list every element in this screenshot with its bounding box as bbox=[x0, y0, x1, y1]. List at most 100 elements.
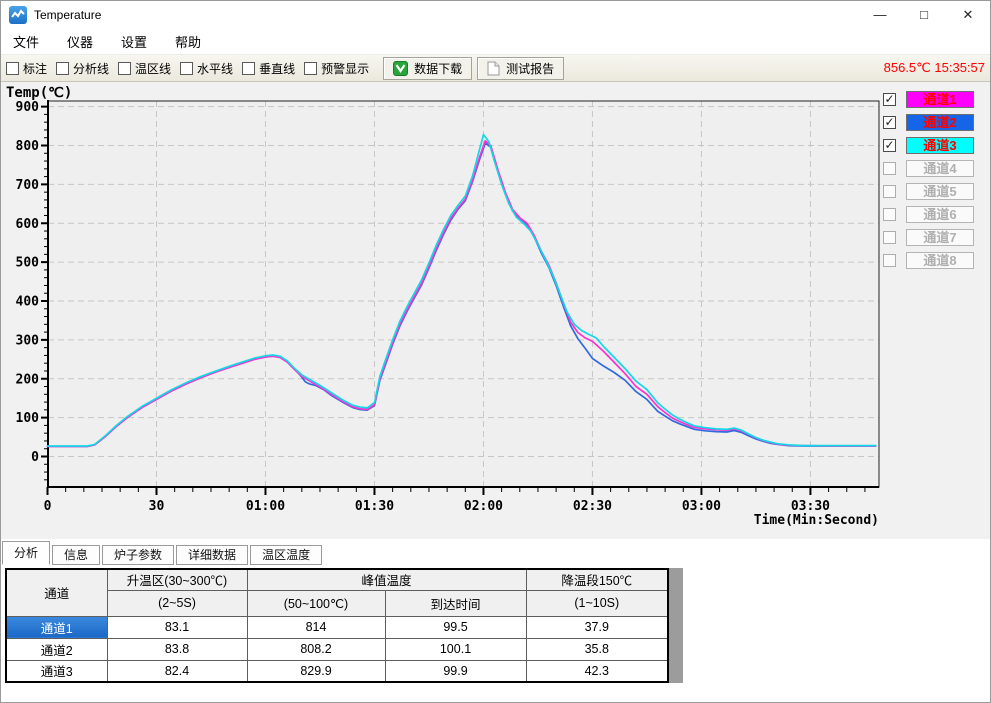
menu-file[interactable]: 文件 bbox=[1, 32, 53, 51]
col-subheader-peakrange: (50~100℃) bbox=[247, 590, 385, 616]
data-download-button[interactable]: 数据下载 bbox=[383, 57, 472, 80]
channel-row-2: ✓ 通道2 bbox=[883, 114, 974, 131]
toolbar-checkbox-label: 分析线 bbox=[73, 60, 109, 77]
checkbox-icon[interactable] bbox=[242, 62, 255, 75]
checkbox-icon[interactable] bbox=[304, 62, 317, 75]
tab-4[interactable]: 详细数据 bbox=[176, 545, 248, 565]
channel-row-6: 通道6 bbox=[883, 206, 974, 223]
checkbox-icon[interactable] bbox=[118, 62, 131, 75]
svg-text:0: 0 bbox=[44, 499, 52, 514]
row-channel-cell[interactable]: 通道3 bbox=[6, 660, 107, 682]
channel-button-6[interactable]: 通道6 bbox=[906, 206, 974, 223]
svg-text:200: 200 bbox=[16, 372, 40, 387]
channel-row-5: 通道5 bbox=[883, 183, 974, 200]
svg-text:400: 400 bbox=[16, 295, 40, 310]
toolbar-checkbox-label: 温区线 bbox=[135, 60, 171, 77]
svg-text:800: 800 bbox=[16, 139, 40, 154]
channel-checkbox-3[interactable]: ✓ bbox=[883, 139, 896, 152]
channel-legend: ✓ 通道1 ✓ 通道2 ✓ 通道3 通道4 通道5 通道6 通道7 通道8 bbox=[883, 91, 974, 275]
channel-button-7[interactable]: 通道7 bbox=[906, 229, 974, 246]
tab-2[interactable]: 信息 bbox=[52, 545, 100, 565]
status-readout: 856.5℃ 15:35:57 bbox=[884, 60, 985, 76]
channel-button-1[interactable]: 通道1 bbox=[906, 91, 974, 108]
channel-checkbox-5[interactable] bbox=[883, 185, 896, 198]
channel-row-3: ✓ 通道3 bbox=[883, 137, 974, 154]
close-button[interactable]: ✕ bbox=[946, 2, 990, 28]
channel-row-1: ✓ 通道1 bbox=[883, 91, 974, 108]
analysis-table: 通道 升温区(30~300℃) 峰值温度 降温段150℃ (2~5S) (50~… bbox=[5, 568, 669, 683]
maximize-button[interactable]: □ bbox=[902, 2, 946, 28]
channel-checkbox-2[interactable]: ✓ bbox=[883, 116, 896, 129]
toolbar-checkbox-3[interactable]: 水平线 bbox=[180, 60, 233, 77]
channel-checkbox-7[interactable] bbox=[883, 231, 896, 244]
toolbar-checkbox-5[interactable]: 预警显示 bbox=[304, 60, 369, 77]
channel-button-4[interactable]: 通道4 bbox=[906, 160, 974, 177]
svg-text:01:30: 01:30 bbox=[355, 499, 394, 514]
row-channel-cell[interactable]: 通道2 bbox=[6, 638, 107, 660]
toolbar-checkbox-0[interactable]: 标注 bbox=[6, 60, 47, 77]
svg-text:30: 30 bbox=[149, 499, 165, 514]
toolbar-checkbox-1[interactable]: 分析线 bbox=[56, 60, 109, 77]
col-header-cooling: 降温段150℃ bbox=[526, 569, 668, 590]
checkbox-icon[interactable] bbox=[180, 62, 193, 75]
svg-text:900: 900 bbox=[16, 100, 40, 115]
channel-checkbox-1[interactable]: ✓ bbox=[883, 93, 896, 106]
channel-row-7: 通道7 bbox=[883, 229, 974, 246]
menu-bar: 文件 仪器 设置 帮助 bbox=[1, 28, 990, 54]
channel-button-5[interactable]: 通道5 bbox=[906, 183, 974, 200]
svg-text:03:30: 03:30 bbox=[791, 499, 830, 514]
app-icon bbox=[9, 6, 27, 24]
toolbar-checkbox-label: 垂直线 bbox=[259, 60, 295, 77]
col-header-rampzone: 升温区(30~300℃) bbox=[107, 569, 247, 590]
channel-checkbox-6[interactable] bbox=[883, 208, 896, 221]
channel-button-2[interactable]: 通道2 bbox=[906, 114, 974, 131]
value-cell: 99.5 bbox=[385, 616, 526, 638]
report-icon bbox=[487, 61, 500, 76]
svg-text:100: 100 bbox=[16, 411, 40, 426]
temperature-chart: 010020030040050060070080090003001:0001:3… bbox=[1, 82, 991, 539]
svg-text:01:00: 01:00 bbox=[246, 499, 285, 514]
value-cell: 814 bbox=[247, 616, 385, 638]
checkbox-icon[interactable] bbox=[6, 62, 19, 75]
toolbar-checkbox-label: 标注 bbox=[23, 60, 47, 77]
app-window: Temperature — □ ✕ 文件 仪器 设置 帮助 标注 分析线 温区线 水平… bbox=[0, 0, 991, 703]
value-cell: 83.1 bbox=[107, 616, 247, 638]
tab-3[interactable]: 炉子参数 bbox=[102, 545, 174, 565]
menu-settings[interactable]: 设置 bbox=[107, 32, 161, 51]
channel-row-8: 通道8 bbox=[883, 252, 974, 269]
current-temperature: 856.5℃ bbox=[884, 60, 931, 75]
toolbar-checkbox-4[interactable]: 垂直线 bbox=[242, 60, 295, 77]
minimize-button[interactable]: — bbox=[858, 2, 902, 28]
channel-button-8[interactable]: 通道8 bbox=[906, 252, 974, 269]
tab-5[interactable]: 温区温度 bbox=[250, 545, 322, 565]
svg-text:0: 0 bbox=[31, 450, 39, 465]
y-axis-title: Temp(℃) bbox=[6, 85, 72, 101]
test-report-button[interactable]: 测试报告 bbox=[477, 57, 564, 80]
col-subheader-cool: (1~10S) bbox=[526, 590, 668, 616]
table-row-3: 通道382.4829.999.942.3 bbox=[6, 660, 668, 682]
data-download-label: 数据下载 bbox=[414, 60, 462, 77]
tab-1[interactable]: 分析 bbox=[2, 541, 50, 565]
value-cell: 82.4 bbox=[107, 660, 247, 682]
table-row-2: 通道283.8808.2100.135.8 bbox=[6, 638, 668, 660]
channel-checkbox-4[interactable] bbox=[883, 162, 896, 175]
tab-bar: 分析信息炉子参数详细数据温区温度 bbox=[2, 541, 324, 565]
col-header-peak: 峰值温度 bbox=[247, 569, 526, 590]
row-channel-cell[interactable]: 通道1 bbox=[6, 616, 107, 638]
channel-button-3[interactable]: 通道3 bbox=[906, 137, 974, 154]
channel-checkbox-8[interactable] bbox=[883, 254, 896, 267]
checkbox-icon[interactable] bbox=[56, 62, 69, 75]
svg-text:02:00: 02:00 bbox=[464, 499, 503, 514]
current-time: 15:35:57 bbox=[934, 60, 985, 75]
toolbar-checkbox-2[interactable]: 温区线 bbox=[118, 60, 171, 77]
menu-help[interactable]: 帮助 bbox=[161, 32, 215, 51]
col-subheader-ramp: (2~5S) bbox=[107, 590, 247, 616]
chart-panel: 010020030040050060070080090003001:0001:3… bbox=[1, 82, 991, 539]
svg-text:02:30: 02:30 bbox=[573, 499, 612, 514]
window-title: Temperature bbox=[34, 8, 101, 22]
value-cell: 829.9 bbox=[247, 660, 385, 682]
menu-instrument[interactable]: 仪器 bbox=[53, 32, 107, 51]
toolbar-checkbox-label: 水平线 bbox=[197, 60, 233, 77]
toolbar: 标注 分析线 温区线 水平线 垂直线预警显示 数据下载 测试报告 856.5℃ 15:3… bbox=[1, 54, 990, 82]
analysis-table-wrap: 通道 升温区(30~300℃) 峰值温度 降温段150℃ (2~5S) (50~… bbox=[5, 568, 669, 683]
